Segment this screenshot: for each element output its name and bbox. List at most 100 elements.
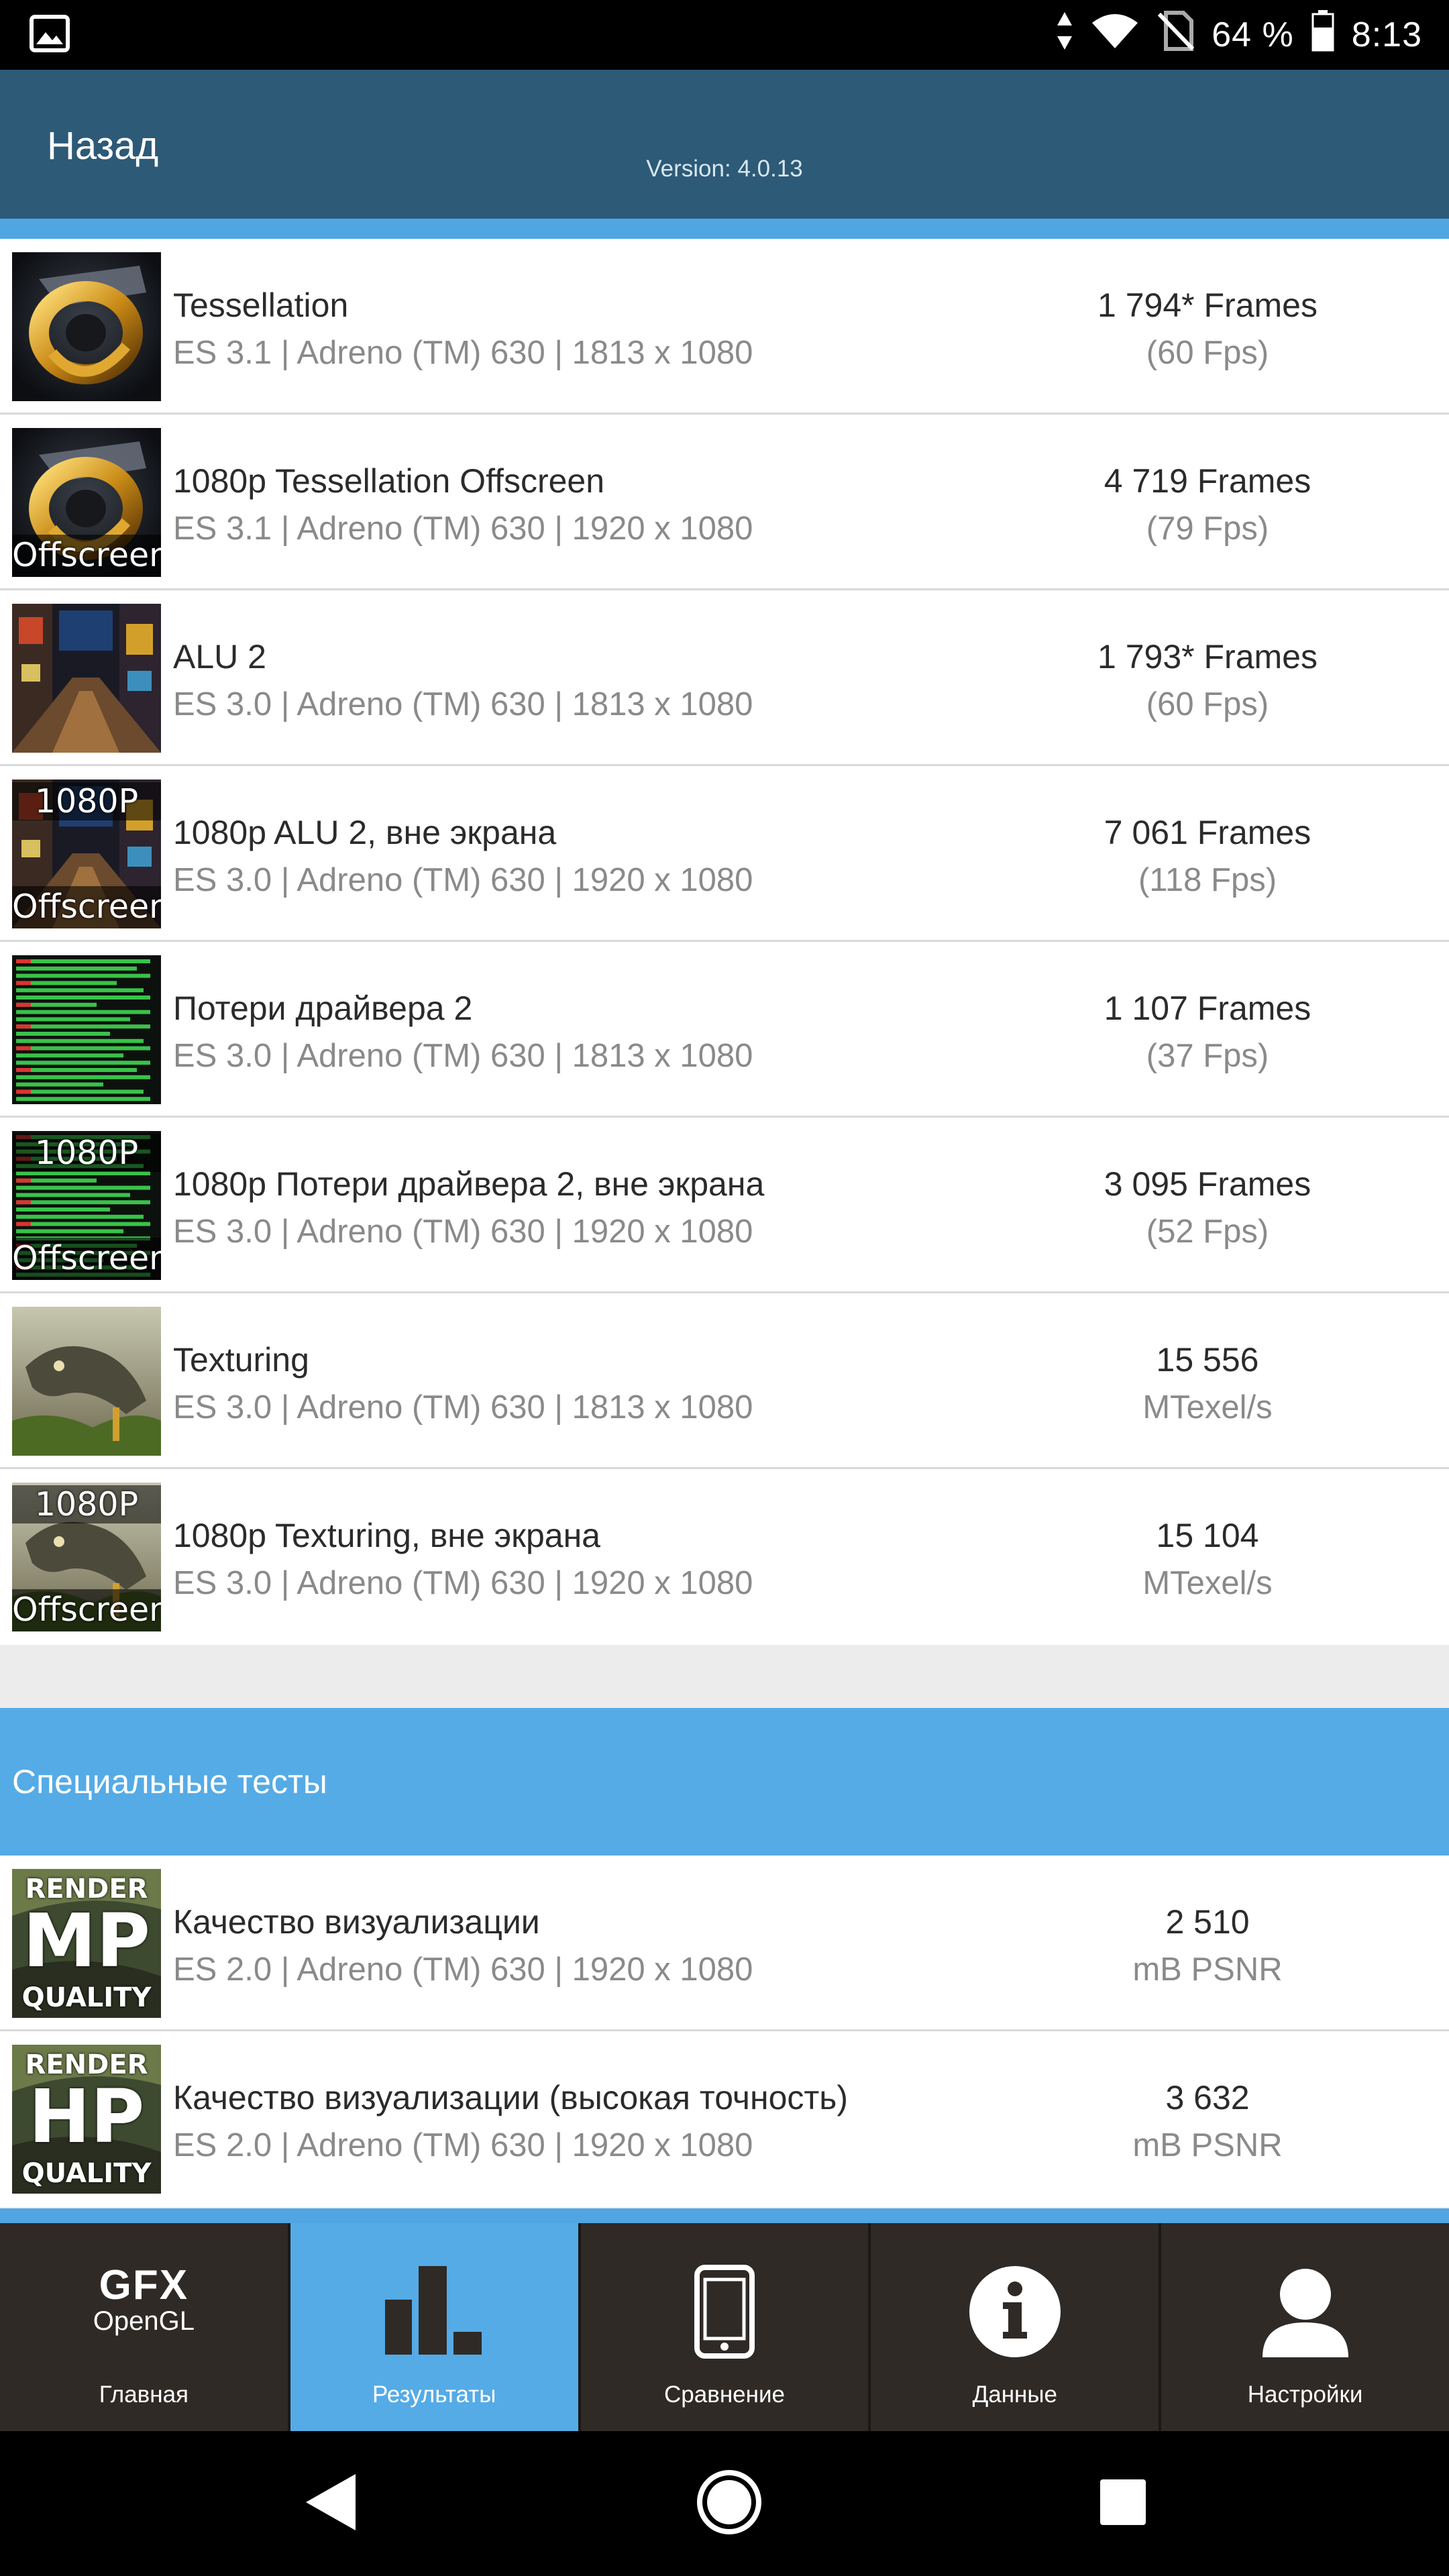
test-title: 1080p Потери драйвера 2, вне экрана <box>173 1165 765 1203</box>
test-subtitle: ES 3.0 | Adreno (TM) 630 | 1920 x 1080 <box>173 1214 753 1250</box>
test-subtitle: ES 3.0 | Adreno (TM) 630 | 1920 x 1080 <box>173 862 753 898</box>
test-score-unit: (79 Fps) <box>1146 511 1269 547</box>
phone-icon <box>581 2265 869 2359</box>
test-thumbnail: 1080P Offscreen <box>12 1131 161 1280</box>
result-row[interactable]: 1080P Offscreen 1080p ALU 2, вне экрана ES … <box>0 766 1449 942</box>
test-score: 15 104 <box>1156 1517 1259 1554</box>
section-header-special-tests: Специальные тесты <box>0 1708 1449 1856</box>
test-score-unit: MTexel/s <box>1142 1389 1273 1426</box>
test-thumbnail <box>12 1307 161 1456</box>
test-score: 15 556 <box>1156 1341 1259 1379</box>
thumbnail-label-bottom: Offscreen <box>12 886 161 928</box>
test-thumbnail: 1080P Offscreen <box>12 1483 161 1631</box>
thumbnail-label-top: 1080P <box>12 1134 161 1172</box>
result-row[interactable]: RENDER HP QUALITY Качество визуализации (вы… <box>0 2031 1449 2207</box>
test-score: 1 107 Frames <box>1104 989 1311 1027</box>
nav-tab-results[interactable]: Результаты <box>290 2223 581 2431</box>
system-navigation-bar <box>0 2431 1449 2576</box>
nav-tab-settings[interactable]: Настройки <box>1161 2223 1449 2431</box>
test-score-unit: (60 Fps) <box>1146 686 1269 722</box>
version-label: Version: 4.0.13 <box>646 156 803 182</box>
result-row[interactable]: Texturing ES 3.0 | Adreno (TM) 630 | 1813… <box>0 1293 1449 1469</box>
accent-strip-bottom <box>0 2208 1449 2223</box>
test-title: Tessellation <box>173 286 349 324</box>
result-row[interactable]: ALU 2 ES 3.0 | Adreno (TM) 630 | 1813 x 1… <box>0 590 1449 766</box>
test-title: 1080p Tessellation Offscreen <box>173 462 605 500</box>
back-triangle-icon[interactable] <box>302 2471 360 2536</box>
test-score-unit: (52 Fps) <box>1146 1214 1269 1250</box>
bar-chart-icon <box>290 2265 578 2356</box>
test-score-unit: (60 Fps) <box>1146 335 1269 371</box>
thumbnail-label-bottom: QUALITY <box>21 1982 152 2013</box>
nav-tab-home[interactable]: GFX OpenGL Главная <box>0 2223 290 2431</box>
user-icon <box>1161 2265 1449 2359</box>
thumbnail-label-bottom: Offscreen <box>12 535 161 577</box>
test-thumbnail: 1080P Offscreen <box>12 780 161 928</box>
battery-percent: 64 % <box>1212 15 1294 54</box>
image-icon <box>30 14 70 56</box>
recents-square-icon[interactable] <box>1099 2478 1147 2530</box>
no-sim-icon <box>1157 10 1195 60</box>
test-score: 3 095 Frames <box>1104 1165 1311 1203</box>
nav-tab-label: Главная <box>99 2381 189 2408</box>
test-score-unit: MTexel/s <box>1142 1565 1273 1601</box>
thumbnail-label-top: 1080P <box>12 782 161 820</box>
app-bar: Назад Version: 4.0.13 <box>0 70 1449 219</box>
gfx-logo-bottom: OpenGL <box>93 2306 195 2336</box>
test-subtitle: ES 3.1 | Adreno (TM) 630 | 1920 x 1080 <box>173 511 753 547</box>
gfx-opengl-logo-icon: GFX OpenGL <box>0 2262 288 2336</box>
special-results-list[interactable]: RENDER MP QUALITY Качество визуализации ES 2… <box>0 1856 1449 2207</box>
test-title: Потери драйвера 2 <box>173 989 473 1027</box>
result-row[interactable]: RENDER MP QUALITY Качество визуализации ES 2… <box>0 1856 1449 2031</box>
data-arrows-icon <box>1056 11 1073 60</box>
test-score-unit: (37 Fps) <box>1146 1038 1269 1074</box>
thumbnail-label-bottom: QUALITY <box>21 2158 152 2189</box>
test-subtitle: ES 2.0 | Adreno (TM) 630 | 1920 x 1080 <box>173 1951 753 1988</box>
result-row[interactable]: Tessellation ES 3.1 | Adreno (TM) 630 | 1… <box>0 239 1449 415</box>
nav-tab-label: Настройки <box>1247 2381 1363 2408</box>
test-score: 1 793* Frames <box>1097 638 1318 676</box>
nav-tab-compare[interactable]: Сравнение <box>580 2223 871 2431</box>
test-score: 3 632 <box>1165 2079 1250 2116</box>
test-title: Качество визуализации (высокая точность) <box>173 2079 849 2116</box>
thumbnail-label-bottom: Offscreen <box>12 1589 161 1631</box>
test-title: 1080p Texturing, вне экрана <box>173 1517 600 1554</box>
result-row[interactable]: Offscreen 1080p Tessellation Offscreen ES … <box>0 415 1449 590</box>
nav-tab-info[interactable]: Данные <box>871 2223 1162 2431</box>
info-icon <box>871 2265 1159 2359</box>
test-subtitle: ES 3.0 | Adreno (TM) 630 | 1813 x 1080 <box>173 1389 753 1426</box>
gfx-logo-top: GFX <box>99 2262 189 2308</box>
test-title: 1080p ALU 2, вне экрана <box>173 814 557 851</box>
thumbnail-label-bottom: Offscreen <box>12 1238 161 1280</box>
test-title: ALU 2 <box>173 638 266 676</box>
screen: 64 % 8:13 Назад Version: 4.0.13 Tessella… <box>0 0 1449 2576</box>
nav-tab-label: Данные <box>972 2381 1058 2408</box>
test-thumbnail: RENDER MP QUALITY <box>12 1869 161 2018</box>
result-row[interactable]: 1080P Offscreen 1080p Texturing, вне экран… <box>0 1469 1449 1645</box>
accent-strip <box>0 219 1449 239</box>
test-score: 7 061 Frames <box>1104 814 1311 851</box>
result-row[interactable]: Потери драйвера 2 ES 3.0 | Adreno (TM) 63… <box>0 942 1449 1118</box>
home-circle-icon[interactable] <box>696 2469 763 2539</box>
thumbnail-label-mid: MP <box>22 1898 151 1984</box>
test-score-unit: mB PSNR <box>1132 2127 1283 2163</box>
test-score: 4 719 Frames <box>1104 462 1311 500</box>
clock: 8:13 <box>1351 15 1422 54</box>
test-score-unit: mB PSNR <box>1132 1951 1283 1988</box>
test-score: 2 510 <box>1165 1903 1250 1941</box>
nav-tab-label: Сравнение <box>664 2381 785 2408</box>
wifi-icon <box>1091 12 1139 58</box>
test-title: Texturing <box>173 1341 309 1379</box>
test-subtitle: ES 3.0 | Adreno (TM) 630 | 1920 x 1080 <box>173 1565 753 1601</box>
test-thumbnail: RENDER HP QUALITY <box>12 2045 161 2194</box>
test-score: 1 794* Frames <box>1097 286 1318 324</box>
test-subtitle: ES 2.0 | Adreno (TM) 630 | 1920 x 1080 <box>173 2127 753 2163</box>
test-title: Качество визуализации <box>173 1903 540 1941</box>
thumbnail-label-mid: HP <box>28 2074 145 2159</box>
result-row[interactable]: 1080P Offscreen 1080p Потери драйвера 2, в… <box>0 1118 1449 1293</box>
thumbnail-label-top: 1080P <box>12 1485 161 1523</box>
test-thumbnail <box>12 252 161 401</box>
battery-icon <box>1311 9 1334 60</box>
results-list[interactable]: Tessellation ES 3.1 | Adreno (TM) 630 | 1… <box>0 239 1449 1645</box>
test-subtitle: ES 3.1 | Adreno (TM) 630 | 1813 x 1080 <box>173 335 753 371</box>
